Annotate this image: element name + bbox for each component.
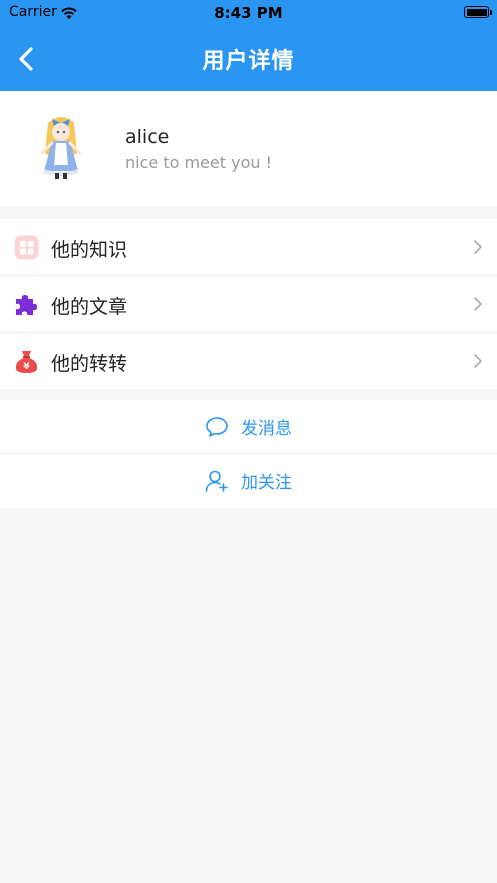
menu-item-knowledge[interactable]: 他的知识 — [0, 219, 497, 276]
page-title: 用户详情 — [202, 49, 295, 74]
nav-bar: 用户详情 — [0, 26, 497, 91]
profile-bio: nice to meet you ! — [125, 153, 272, 172]
follow-label: 加关注 — [241, 473, 292, 493]
chevron-right-icon — [473, 239, 483, 255]
chat-bubble-icon — [205, 415, 229, 439]
status-time: 8:43 PM — [214, 4, 283, 22]
avatar[interactable] — [30, 113, 92, 181]
menu-item-transfers[interactable]: ¥ 他的转转 — [0, 333, 497, 389]
send-message-label: 发消息 — [241, 419, 292, 439]
send-message-button[interactable]: 发消息 — [0, 400, 497, 454]
puzzle-icon — [14, 292, 39, 317]
menu-label-transfers: 他的转转 — [51, 353, 128, 375]
action-list: 发消息 加关注 — [0, 400, 497, 508]
status-bar: Carrier 8:43 PM — [0, 0, 497, 26]
knowledge-icon — [14, 235, 39, 260]
chevron-right-icon — [473, 353, 483, 369]
money-bag-icon: ¥ — [14, 349, 39, 374]
profile-menu: 他的知识 他的文章 ¥ 他的转转 — [0, 219, 497, 389]
menu-item-articles[interactable]: 他的文章 — [0, 276, 497, 333]
add-user-icon — [205, 469, 229, 493]
battery-tip — [490, 10, 492, 15]
battery-icon — [464, 6, 489, 18]
profile-card: alice nice to meet you ! — [0, 91, 497, 206]
follow-button[interactable]: 加关注 — [0, 454, 497, 508]
menu-label-knowledge: 他的知识 — [51, 239, 128, 261]
chevron-right-icon — [473, 296, 483, 312]
profile-name: alice — [125, 126, 170, 148]
menu-label-articles: 他的文章 — [51, 296, 128, 318]
svg-text:¥: ¥ — [23, 362, 30, 372]
